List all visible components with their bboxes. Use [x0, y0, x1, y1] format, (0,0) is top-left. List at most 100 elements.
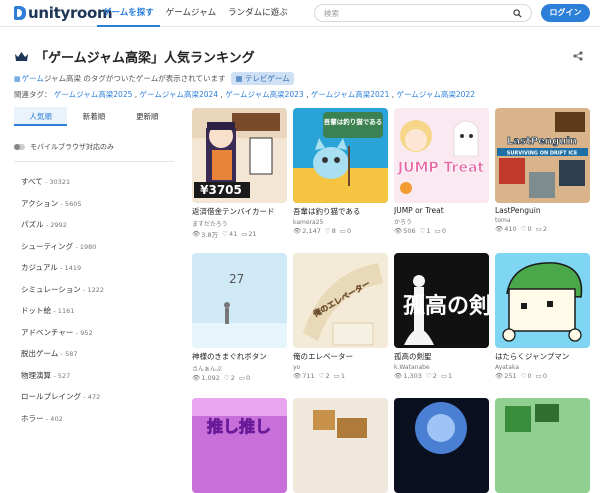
- related-tag[interactable]: ゲームジャム高梁2023: [225, 90, 304, 99]
- game-card[interactable]: [495, 398, 590, 493]
- game-thumbnail[interactable]: 孤高の剣聖: [394, 253, 489, 348]
- game-card[interactable]: 俺のエレベーター 俺のエレベーター yo 👁 711 ♡ 2 ▭ 1: [293, 253, 388, 380]
- like-count-value: 2: [432, 372, 437, 380]
- game-thumbnail[interactable]: 推し推し: [192, 398, 287, 493]
- tab-popular[interactable]: 人気順: [14, 107, 68, 126]
- game-author[interactable]: ますだたろう: [192, 219, 287, 228]
- genre-count: - 527: [53, 371, 71, 380]
- genre-item-rpg[interactable]: ロールプレイング - 472: [21, 391, 171, 413]
- genre-label: カジュアル: [21, 263, 58, 272]
- game-title[interactable]: 返済借金テンバイカード: [192, 206, 287, 217]
- game-thumbnail[interactable]: 俺のエレベーター: [293, 253, 388, 348]
- game-title[interactable]: 孤高の剣聖: [394, 351, 489, 362]
- mobile-toggle-label: モバイルブラウザ対応のみ: [30, 143, 114, 151]
- like-count: ♡ 41: [222, 229, 237, 239]
- game-card[interactable]: はたらくジャンプマン Ayataka 👁 251 ♡ 0 ▭ 0: [495, 253, 590, 380]
- nav-game-jam[interactable]: ゲームジャム: [160, 0, 222, 27]
- genre-item-puzzle[interactable]: パズル - 2992: [21, 219, 171, 241]
- search-icon[interactable]: [513, 9, 522, 18]
- genre-item-pixel-art[interactable]: ドット絵 - 1161: [21, 305, 171, 327]
- game-title[interactable]: 俺のエレベーター: [293, 351, 388, 362]
- genre-label: 物理演算: [21, 370, 51, 380]
- comment-icon: ▭: [238, 374, 245, 382]
- game-author[interactable]: かろう: [394, 217, 489, 226]
- search-input[interactable]: [324, 8, 509, 19]
- game-card[interactable]: 吾輩は釣り猫である 吾輩は釣り猫である kamera25 👁 2,147 ♡ 8 ▭…: [293, 108, 388, 235]
- game-author[interactable]: Ayataka: [495, 364, 590, 371]
- comment-count: ▭ 21: [241, 229, 256, 239]
- game-thumbnail[interactable]: LastPenguin SURVIVING ON DRIFT ICE: [495, 108, 590, 203]
- game-card[interactable]: ¥3705 返済借金テンバイカード ますだたろう 👁 3.8万 ♡ 41 ▭ 21: [192, 108, 287, 239]
- thumb-caption: 吾輩は釣り猫である: [324, 117, 382, 126]
- game-author[interactable]: さんぁんぶ: [192, 364, 287, 373]
- thumb-caption: ¥3705: [200, 183, 242, 197]
- comment-icon: ▭: [339, 227, 346, 235]
- game-title[interactable]: 吾輩は釣り猫である: [293, 206, 388, 217]
- like-count: ♡ 8: [325, 227, 336, 235]
- game-thumbnail[interactable]: 27: [192, 253, 287, 348]
- mobile-filter[interactable]: モバイルブラウザ対応のみ: [14, 142, 114, 152]
- genre-item-adventure[interactable]: アドベンチャー - 952: [21, 327, 171, 349]
- game-card[interactable]: LastPenguin SURVIVING ON DRIFT ICE LastP…: [495, 108, 590, 233]
- comment-count: ▭ 0: [340, 227, 351, 235]
- game-author[interactable]: k.Watanabe: [394, 364, 489, 371]
- game-author[interactable]: toma: [495, 217, 590, 224]
- share-icon[interactable]: [573, 51, 583, 61]
- like-count-value: 41: [228, 230, 238, 238]
- game-thumbnail[interactable]: 吾輩は釣り猫である: [293, 108, 388, 203]
- game-thumbnail[interactable]: [394, 398, 489, 493]
- related-tag[interactable]: ゲームジャム高梁2024: [140, 90, 219, 99]
- game-author[interactable]: yo: [293, 364, 388, 371]
- genre-item-action[interactable]: アクション - 5605: [21, 198, 171, 220]
- genre-item-horror[interactable]: ホラー - 402: [21, 413, 171, 435]
- game-card[interactable]: 27 神様のきまぐれボタン さんぁんぶ 👁 1,092 ♡ 2 ▭ 0: [192, 253, 287, 382]
- genre-item-simulation[interactable]: シミュレーション - 1222: [21, 284, 171, 306]
- nav-random-play[interactable]: ランダムに遊ぶ: [222, 0, 294, 27]
- tab-updated[interactable]: 更新順: [121, 107, 174, 126]
- game-thumbnail[interactable]: JUMP Treat: [394, 108, 489, 203]
- heart-icon: ♡: [324, 227, 331, 235]
- game-title[interactable]: 神様のきまぐれボタン: [192, 351, 287, 362]
- game-card[interactable]: JUMP Treat JUMP or Treat かろう 👁 506 ♡ 1 ▭ 0: [394, 108, 489, 235]
- game-thumbnail[interactable]: ¥3705: [192, 108, 287, 203]
- heart-icon: ♡: [318, 372, 325, 380]
- game-title[interactable]: はたらくジャンプマン: [495, 351, 590, 362]
- genre-label: ロールプレイング: [21, 392, 81, 401]
- genre-item-physics[interactable]: 物理演算 - 527: [21, 370, 171, 392]
- genre-count: - 1980: [75, 242, 97, 251]
- like-count-value: 0: [527, 225, 532, 233]
- genre-label: ホラー: [21, 413, 44, 423]
- game-title[interactable]: JUMP or Treat: [394, 206, 489, 215]
- game-thumbnail[interactable]: [495, 398, 590, 493]
- game-author[interactable]: kamera25: [293, 219, 388, 226]
- sort-tabs: 人気順 新着順 更新順: [14, 107, 174, 126]
- related-tag[interactable]: ゲームジャム高梁2022: [397, 90, 476, 99]
- genre-badge[interactable]: ▦ テレビゲーム: [231, 72, 294, 85]
- genre-item-shooting[interactable]: シューティング - 1980: [21, 241, 171, 263]
- mobile-toggle-switch[interactable]: [14, 144, 25, 150]
- game-stats: 👁 1,092 ♡ 2 ▭ 0: [192, 374, 287, 382]
- comment-count-value: 0: [441, 227, 446, 235]
- genre-item-all[interactable]: すべて - 30321: [21, 176, 171, 198]
- genre-count: - 952: [75, 328, 93, 337]
- game-card[interactable]: 推し推し: [192, 398, 287, 493]
- nav-find-games[interactable]: ゲームを探す: [97, 0, 160, 27]
- genre-item-escape[interactable]: 脱出ゲーム - 587: [21, 348, 171, 370]
- genre-item-casual[interactable]: カジュアル - 1419: [21, 262, 171, 284]
- game-thumbnail[interactable]: [495, 253, 590, 348]
- game-title[interactable]: LastPenguin: [495, 206, 590, 215]
- game-stats: 👁 1,303 ♡ 2 ▭ 1: [394, 372, 489, 380]
- tag-link[interactable]: ゲーム: [22, 73, 44, 84]
- logo-mark-icon: [14, 6, 26, 20]
- tab-newest[interactable]: 新着順: [67, 107, 120, 126]
- game-card[interactable]: [293, 398, 388, 493]
- related-tag[interactable]: ゲームジャム高梁2021: [311, 90, 390, 99]
- login-button[interactable]: ログイン: [541, 4, 590, 22]
- main-nav: ゲームを探す ゲームジャム ランダムに遊ぶ: [97, 0, 294, 27]
- related-tag[interactable]: ゲームジャム高梁2025: [54, 90, 133, 99]
- game-card[interactable]: [394, 398, 489, 493]
- play-count: 👁 506: [394, 227, 416, 235]
- genre-count: - 402: [45, 414, 63, 423]
- game-card[interactable]: 孤高の剣聖 孤高の剣聖 k.Watanabe 👁1,303 ♡2 ▭1: [394, 253, 489, 380]
- game-thumbnail[interactable]: [293, 398, 388, 493]
